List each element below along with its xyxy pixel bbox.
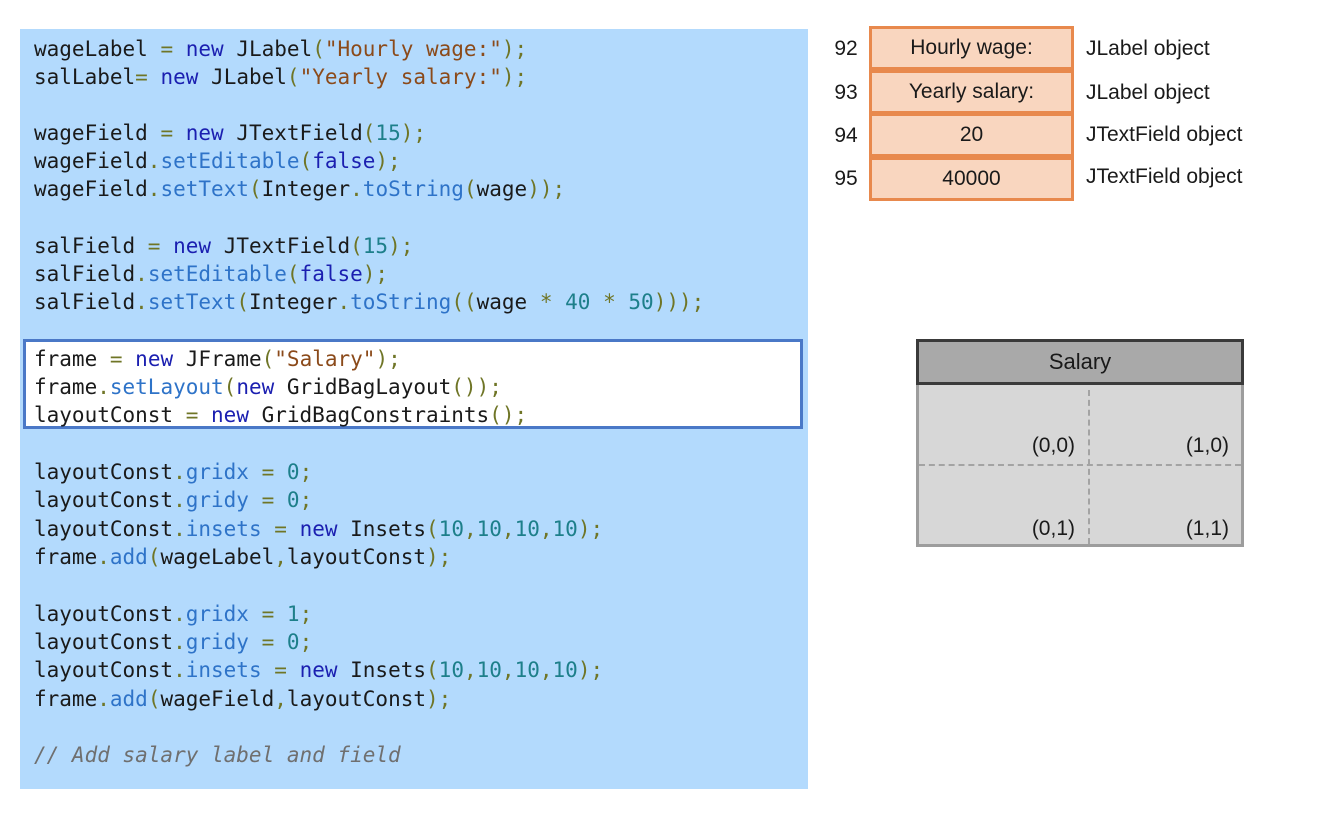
- code-line: wageField = new JTextField(15);: [34, 121, 427, 145]
- memory-address: 95: [834, 167, 858, 190]
- memory-address: 94: [834, 124, 858, 147]
- code-line: frame = new JFrame("Salary");: [34, 347, 401, 371]
- code-line: layoutConst.gridy = 0;: [34, 630, 313, 654]
- code-line: salField = new JTextField(15);: [34, 234, 414, 258]
- grid-divider-horizontal: [919, 464, 1241, 466]
- code-line: layoutConst.insets = new Insets(10,10,10…: [34, 658, 604, 682]
- code-line: layoutConst.gridy = 0;: [34, 488, 313, 512]
- code-line: layoutConst.gridx = 0;: [34, 460, 313, 484]
- salary-frame-preview: Salary (0,0) (1,0) (0,1) (1,1): [916, 339, 1244, 547]
- code-line: frame.add(wageLabel,layoutConst);: [34, 545, 452, 569]
- memory-cell: 40000: [869, 157, 1074, 201]
- code-line: layoutConst = new GridBagConstraints();: [34, 403, 528, 427]
- code-line: layoutConst.insets = new Insets(10,10,10…: [34, 517, 604, 541]
- memory-cell: Hourly wage:: [869, 26, 1074, 70]
- grid-cell-label: (0,1): [1031, 517, 1075, 540]
- grid-divider-vertical: [1088, 390, 1090, 544]
- code-line: wageField.setEditable(false);: [34, 149, 401, 173]
- code-line: salField.setEditable(false);: [34, 262, 389, 286]
- code-line: wageField.setText(Integer.toString(wage)…: [34, 177, 566, 201]
- code-line: wageLabel = new JLabel("Hourly wage:");: [34, 37, 528, 61]
- grid-cell-label: (1,1): [1185, 517, 1229, 540]
- code-line: layoutConst.gridx = 1;: [34, 602, 313, 626]
- memory-type-label: JTextField object: [1086, 165, 1243, 188]
- code-line: salField.setText(Integer.toString((wage …: [34, 290, 705, 314]
- code-line: frame.setLayout(new GridBagLayout());: [34, 375, 502, 399]
- memory-cell: 20: [869, 113, 1074, 157]
- memory-cell: Yearly salary:: [869, 70, 1074, 114]
- memory-type-label: JLabel object: [1086, 81, 1210, 104]
- memory-address: 92: [834, 37, 858, 60]
- code-line: salLabel= new JLabel("Yearly salary:");: [34, 65, 528, 89]
- memory-type-label: JTextField object: [1086, 123, 1243, 146]
- grid-cell-label: (0,0): [1031, 434, 1075, 457]
- code-line: frame.add(wageField,layoutConst);: [34, 687, 452, 711]
- code-comment: // Add salary label and field: [34, 743, 401, 767]
- memory-address: 93: [834, 81, 858, 104]
- memory-type-label: JLabel object: [1086, 37, 1210, 60]
- frame-title-bar: Salary: [916, 339, 1244, 385]
- grid-cell-label: (1,0): [1185, 434, 1229, 457]
